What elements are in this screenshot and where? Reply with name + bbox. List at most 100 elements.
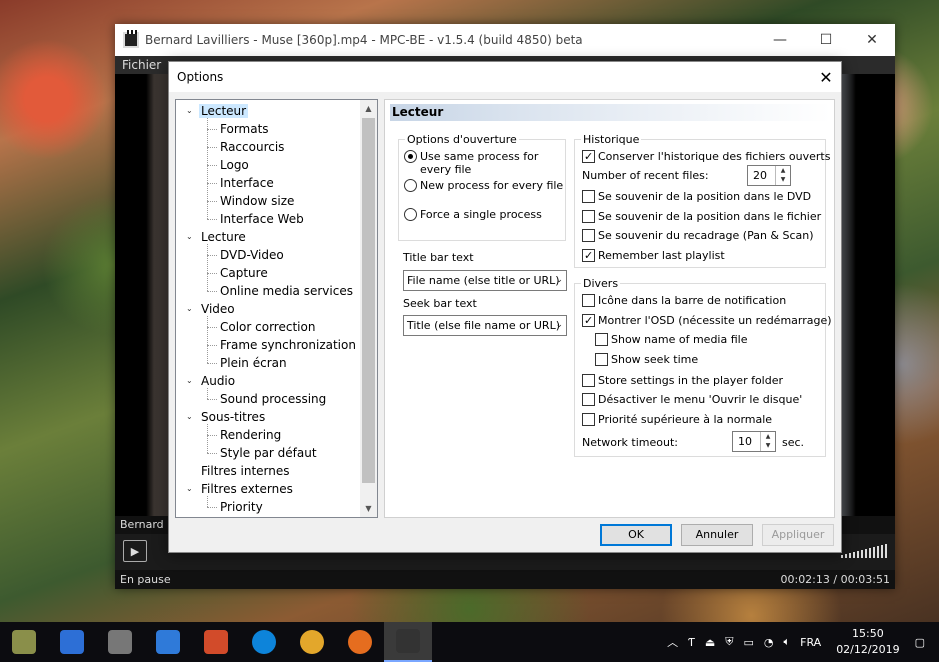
options-tree: ⌄ Lecteur Formats Raccourcis Logo Interface Wi… — [175, 99, 378, 518]
dialog-titlebar[interactable]: Options ✕ — [169, 62, 841, 92]
minimize-icon[interactable]: — — [757, 24, 803, 56]
tree-item-label: Sound processing — [220, 392, 327, 406]
checkbox-box[interactable] — [582, 393, 595, 406]
wifi-icon[interactable]: ◔ — [764, 636, 774, 649]
radio-same-process[interactable]: Use same process for every file — [404, 150, 564, 176]
radio-dot[interactable] — [404, 208, 417, 221]
tree-item[interactable]: Online media services — [220, 282, 353, 300]
show-seek-checkbox[interactable]: Show seek time — [595, 353, 698, 366]
mpc-be-icon[interactable] — [384, 622, 432, 662]
last-playlist-checkbox[interactable]: Remember last playlist — [582, 249, 725, 262]
network-timeout-spinner[interactable]: 10 ▲ ▼ — [732, 431, 776, 452]
tree-item[interactable]: ⌄ Sous-titres — [186, 408, 265, 426]
checkbox-box[interactable] — [582, 150, 595, 163]
shield-icon[interactable]: ⛨ — [725, 635, 733, 649]
language-indicator[interactable]: FRA — [800, 636, 821, 649]
checkbox-box[interactable] — [582, 374, 595, 387]
ok-button[interactable]: OK — [600, 524, 672, 546]
seek-bar-select[interactable]: Title (else file name or URL) ⌄ — [403, 315, 567, 336]
maximize-icon[interactable]: ☐ — [803, 24, 849, 56]
keep-history-checkbox[interactable]: Conserver l'historique des fichiers ouve… — [582, 150, 830, 163]
chevron-down-icon[interactable]: ⌄ — [186, 228, 193, 246]
chevron-down-icon[interactable]: ⌄ — [186, 408, 193, 426]
tree-item[interactable]: ⌄ Lecteur — [186, 102, 249, 120]
chevron-down-icon[interactable]: ⌄ — [186, 102, 193, 120]
volume-icon[interactable] — [841, 544, 887, 558]
chrome-icon[interactable] — [288, 622, 336, 662]
tray-icon-checkbox[interactable]: Icône dans la barre de notification — [582, 294, 786, 307]
recent-files-spinner[interactable]: 20 ▲ ▼ — [747, 165, 791, 186]
malwarebytes-icon[interactable] — [144, 622, 192, 662]
chevron-down-icon[interactable]: ⌄ — [186, 480, 193, 498]
priority-checkbox[interactable]: Priorité supérieure à la normale — [582, 413, 772, 426]
tree-item[interactable]: Raccourcis — [220, 138, 284, 156]
file-position-checkbox[interactable]: Se souvenir de la position dans le fichi… — [582, 210, 821, 223]
tree-item[interactable]: Sound processing — [220, 390, 326, 408]
checkbox-box[interactable] — [582, 314, 595, 327]
firefox-icon[interactable] — [336, 622, 384, 662]
close-icon[interactable]: ✕ — [811, 68, 841, 87]
edge-icon[interactable] — [240, 622, 288, 662]
ccleaner-icon[interactable] — [192, 622, 240, 662]
checkbox-box[interactable] — [595, 333, 608, 346]
apply-button[interactable]: Appliquer — [762, 524, 834, 546]
tree-item[interactable]: Frame synchronization — [220, 336, 356, 354]
tree-item[interactable]: Plein écran — [220, 354, 287, 372]
title-bar-select[interactable]: File name (else title or URL) ⌄ — [403, 270, 567, 291]
tree-item[interactable]: Priority — [220, 498, 263, 516]
checkbox-box[interactable] — [582, 190, 595, 203]
chevron-down-icon[interactable]: ⌄ — [186, 372, 193, 390]
checkbox-box[interactable] — [582, 294, 595, 307]
pan-scan-checkbox[interactable]: Se souvenir du recadrage (Pan & Scan) — [582, 229, 814, 242]
checkbox-box[interactable] — [595, 353, 608, 366]
mpc-titlebar[interactable]: Bernard Lavilliers - Muse [360p].mp4 - M… — [115, 24, 895, 56]
spinner-arrows-icon[interactable]: ▲ ▼ — [760, 432, 775, 451]
disable-disc-menu-checkbox[interactable]: Désactiver le menu 'Ouvrir le disque' — [582, 393, 802, 406]
chevron-up-icon[interactable]: ︿ — [667, 634, 678, 650]
radio-dot[interactable] — [404, 179, 417, 192]
scroll-thumb[interactable] — [362, 118, 375, 483]
tree-item[interactable]: Capture — [220, 264, 268, 282]
tree-item[interactable]: Style par défaut — [220, 444, 317, 462]
checkbox-box[interactable] — [582, 413, 595, 426]
notification-icon[interactable]: ▢ — [915, 636, 925, 649]
scroll-up-icon[interactable]: ▲ — [360, 100, 377, 117]
tree-scrollbar[interactable]: ▲ ▼ — [360, 100, 377, 517]
video-app-icon[interactable] — [48, 622, 96, 662]
show-name-checkbox[interactable]: Show name of media file — [595, 333, 747, 346]
menu-fichier[interactable]: Fichier — [122, 58, 161, 72]
checkbox-box[interactable] — [582, 249, 595, 262]
radio-new-process[interactable]: New process for every file — [404, 179, 563, 192]
tree-item[interactable]: DVD-Video — [220, 246, 284, 264]
dvd-position-checkbox[interactable]: Se souvenir de la position dans le DVD — [582, 190, 811, 203]
scroll-down-icon[interactable]: ▼ — [360, 500, 377, 517]
radio-dot[interactable] — [404, 150, 417, 163]
tree-item[interactable]: Logo — [220, 156, 249, 174]
radio-single-process[interactable]: Force a single process — [404, 208, 542, 221]
osd-checkbox[interactable]: Montrer l'OSD (nécessite un redémarrage) — [582, 314, 832, 327]
close-icon[interactable]: ✕ — [849, 24, 895, 56]
clock[interactable]: 15:50 02/12/2019 — [836, 626, 899, 658]
play-button[interactable]: ▶ — [123, 540, 147, 562]
cancel-button[interactable]: Annuler — [681, 524, 753, 546]
checkbox-label: Store settings in the player folder — [598, 374, 784, 387]
usb-icon[interactable]: ⏏ — [705, 636, 715, 649]
disk-utility-icon[interactable] — [96, 622, 144, 662]
chevron-down-icon[interactable]: ⌄ — [186, 300, 193, 318]
tree-item[interactable]: Filtres internes — [201, 462, 290, 480]
tree-item[interactable]: ⌄ Filtres externes — [186, 480, 293, 498]
checkbox-box[interactable] — [582, 229, 595, 242]
tree-item[interactable]: Interface Web — [220, 210, 304, 228]
tree-item[interactable]: Formats — [220, 120, 269, 138]
tree-item[interactable]: Window size — [220, 192, 294, 210]
tbshot-icon[interactable] — [0, 622, 48, 662]
network-icon[interactable]: ▭ — [744, 636, 754, 649]
tray-app-icon[interactable]: Ƭ — [688, 636, 695, 649]
checkbox-box[interactable] — [582, 210, 595, 223]
tree-item[interactable]: Color correction — [220, 318, 315, 336]
speaker-icon[interactable]: 🔈︎ — [784, 635, 791, 649]
tree-item[interactable]: Rendering — [220, 426, 281, 444]
spinner-arrows-icon[interactable]: ▲ ▼ — [775, 166, 790, 185]
store-settings-checkbox[interactable]: Store settings in the player folder — [582, 374, 783, 387]
tree-item[interactable]: Interface — [220, 174, 274, 192]
